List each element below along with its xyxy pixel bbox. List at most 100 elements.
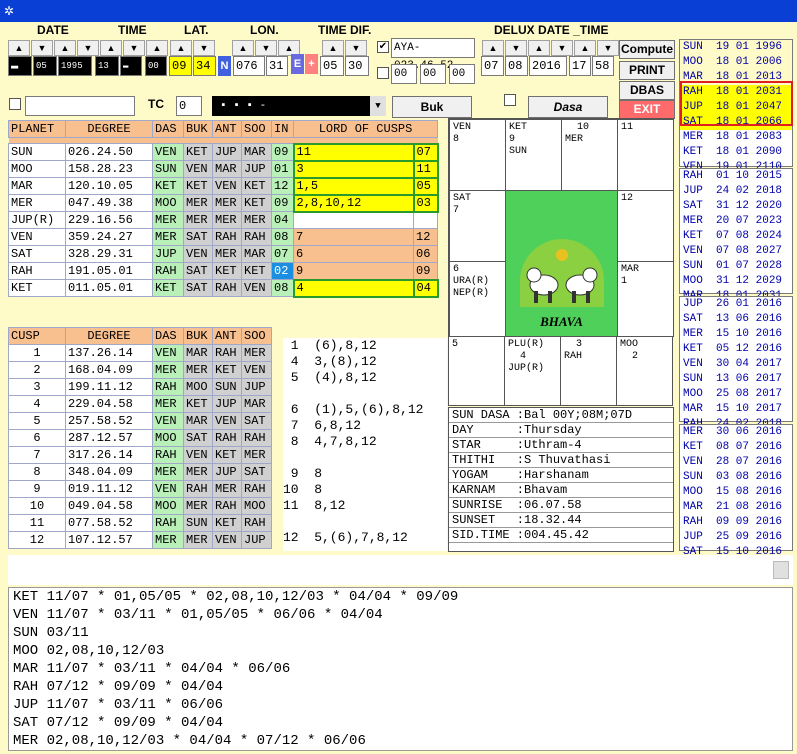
name-field[interactable] xyxy=(25,96,135,116)
aya2-a-field[interactable]: 00 xyxy=(391,64,417,84)
dasa-item[interactable]: MOO 31 12 2029 xyxy=(680,274,792,289)
dasa-item[interactable]: KET 18 01 2090 xyxy=(680,145,792,160)
planet-ant: MER xyxy=(212,245,242,263)
lat-dir-toggle[interactable]: N xyxy=(218,56,231,76)
planet-ant: MAR xyxy=(212,160,242,178)
dasa-item[interactable]: MAR 15 10 2017 xyxy=(680,402,792,417)
dasa-item[interactable]: MOO 25 08 2017 xyxy=(680,387,792,402)
lon-min-field[interactable]: 31 xyxy=(266,56,288,76)
tz-spin-down[interactable]: ▼ xyxy=(345,40,367,56)
dasa-item[interactable]: SUN 19 01 1996 xyxy=(680,40,792,55)
dasa-item[interactable]: RAH 09 09 2016 xyxy=(680,515,792,530)
dasa-item[interactable]: JUP 25 09 2016 xyxy=(680,530,792,545)
spin-up-3[interactable]: ▲ xyxy=(100,40,122,56)
dasa-item[interactable]: VEN 28 07 2016 xyxy=(680,455,792,470)
tz-sign-toggle[interactable]: + xyxy=(305,54,318,74)
tc-label: TC xyxy=(148,97,164,111)
dasa-item[interactable]: KET 07 08 2024 xyxy=(680,229,792,244)
tz-hour-field[interactable]: 05 xyxy=(320,56,344,76)
date-day-field[interactable]: ▬ xyxy=(8,56,32,76)
aya2-c-field[interactable]: 00 xyxy=(449,64,475,84)
misc-checkbox[interactable] xyxy=(9,98,21,110)
dasa-item[interactable]: SUN 13 06 2017 xyxy=(680,372,792,387)
delux-spin-up-3[interactable]: ▲ xyxy=(574,40,596,56)
dasa-item[interactable]: MOO 15 08 2016 xyxy=(680,485,792,500)
date-month-field[interactable]: 05 xyxy=(33,56,57,76)
cusp-degree: 317.26.14 xyxy=(65,446,153,464)
dasa-item[interactable]: KET 05 12 2016 xyxy=(680,342,792,357)
buk-button[interactable]: Buk xyxy=(392,96,472,118)
time-min-field[interactable]: ▬ xyxy=(120,56,142,76)
aya-checkbox[interactable]: ✔ xyxy=(377,41,389,53)
dasa-item[interactable]: KET 08 07 2016 xyxy=(680,440,792,455)
compute-button[interactable]: Compute xyxy=(619,40,675,59)
cusp-ant: JUP xyxy=(212,463,242,481)
spin-down-3[interactable]: ▼ xyxy=(123,40,145,56)
exit-button[interactable]: EXIT xyxy=(619,100,675,119)
planet-buk: KET xyxy=(183,177,213,195)
dasa-item[interactable]: SUN 01 07 2028 xyxy=(680,259,792,274)
dasa-button[interactable]: Dasa xyxy=(528,96,608,118)
delux-spin-down-2[interactable]: ▼ xyxy=(551,40,573,56)
combo-select[interactable]: ▪ ▪ ▪ - ▼ xyxy=(212,96,386,116)
scroll-button[interactable] xyxy=(773,561,789,579)
dasa-item[interactable]: MAR 21 08 2016 xyxy=(680,500,792,515)
lat-deg-field[interactable]: 09 xyxy=(169,56,192,76)
dasa-item[interactable]: RAH 01 10 2015 xyxy=(680,169,792,184)
dasa-item[interactable]: VEN 30 04 2017 xyxy=(680,357,792,372)
dasa-item[interactable]: MER 18 01 2083 xyxy=(680,130,792,145)
delux-spin-up-1[interactable]: ▲ xyxy=(482,40,504,56)
dasa-item[interactable]: MER 15 10 2016 xyxy=(680,327,792,342)
aya-field[interactable]: AYA-023.46.52 xyxy=(391,38,475,72)
aya2-checkbox[interactable] xyxy=(377,67,389,79)
dasa-item[interactable]: MER 20 07 2023 xyxy=(680,214,792,229)
dasa-item[interactable]: SAT 13 06 2016 xyxy=(680,312,792,327)
spin-up-2[interactable]: ▲ xyxy=(54,40,76,56)
chevron-down-icon[interactable]: ▼ xyxy=(370,96,386,116)
dasa-item[interactable]: SUN 03 08 2016 xyxy=(680,470,792,485)
delux-year-field[interactable]: 2016 xyxy=(529,56,567,76)
cusp-degree: 049.04.58 xyxy=(65,497,153,515)
delux-spin-up-2[interactable]: ▲ xyxy=(528,40,550,56)
lat-spin-up[interactable]: ▲ xyxy=(170,40,192,56)
lon-spin-up[interactable]: ▲ xyxy=(232,40,254,56)
time-hour-field[interactable]: 13 xyxy=(95,56,119,76)
output-line: RAH 07/12 * 09/09 * 04/04 xyxy=(13,679,224,695)
delux-min-field[interactable]: 58 xyxy=(592,56,614,76)
delux-spin-down-3[interactable]: ▼ xyxy=(597,40,619,56)
delux-hour-field[interactable]: 17 xyxy=(569,56,591,76)
dasa-checkbox[interactable] xyxy=(504,94,516,106)
time-sec-field[interactable]: 00 xyxy=(145,56,167,76)
cusp-ant: SUN xyxy=(212,378,242,396)
dasa-item[interactable]: MOO 18 01 2006 xyxy=(680,55,792,70)
spin-down-1[interactable]: ▼ xyxy=(31,40,53,56)
col-buk: BUK xyxy=(183,120,213,138)
tz-min-field[interactable]: 30 xyxy=(345,56,369,76)
dasa-item[interactable]: JUP 26 01 2016 xyxy=(680,297,792,312)
lat-spin-down[interactable]: ▼ xyxy=(193,40,215,56)
dasa-item[interactable]: JUP 24 02 2018 xyxy=(680,184,792,199)
lon-spin-down[interactable]: ▼ xyxy=(255,40,277,56)
spin-down-2[interactable]: ▼ xyxy=(77,40,99,56)
spin-up-1[interactable]: ▲ xyxy=(8,40,30,56)
dasa-item[interactable]: VEN 07 08 2027 xyxy=(680,244,792,259)
print-button[interactable]: PRINT xyxy=(619,61,675,80)
cusp-ant: KET xyxy=(212,446,242,464)
lat-min-field[interactable]: 34 xyxy=(193,56,216,76)
date-year-field[interactable]: 1995 xyxy=(58,56,92,76)
tc-field[interactable]: 0 xyxy=(176,96,202,116)
aya2-b-field[interactable]: 00 xyxy=(420,64,446,84)
spin-up-4[interactable]: ▲ xyxy=(146,40,168,56)
planet-lord: 9 xyxy=(293,262,414,280)
tz-dir-toggle[interactable]: E xyxy=(291,54,304,74)
dbas-button[interactable]: DBAS xyxy=(619,81,675,100)
dasa-item[interactable]: SAT 31 12 2020 xyxy=(680,199,792,214)
tz-spin-up[interactable]: ▲ xyxy=(322,40,344,56)
dasa-item[interactable]: MER 30 06 2016 xyxy=(680,425,792,440)
delux-spin-down-1[interactable]: ▼ xyxy=(505,40,527,56)
planet-row: RAH 191.05.01 RAH SAT KET KET 02 9 09 xyxy=(8,262,438,280)
delux-month-field[interactable]: 08 xyxy=(505,56,528,76)
delux-day-field[interactable]: 07 xyxy=(481,56,504,76)
cusp-buk: RAH xyxy=(183,480,213,498)
lon-deg-field[interactable]: 076 xyxy=(233,56,265,76)
